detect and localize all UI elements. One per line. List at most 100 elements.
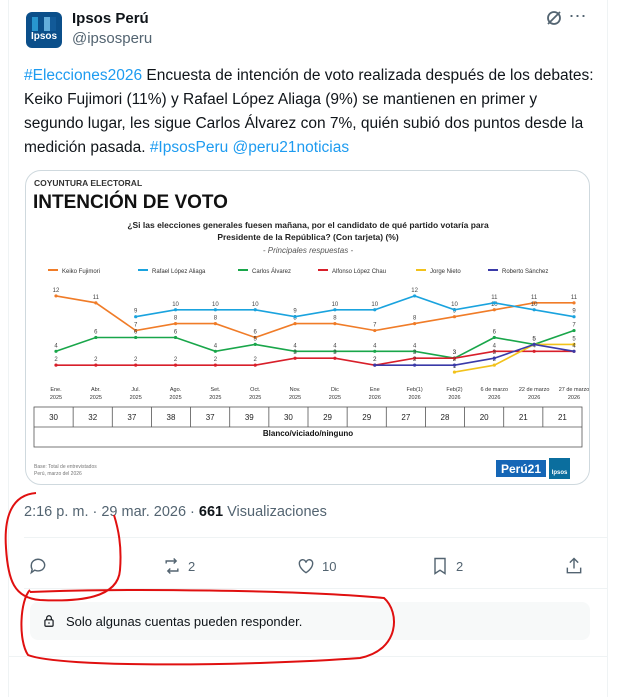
data-point — [213, 349, 217, 353]
data-label: 8 — [413, 316, 417, 322]
chart-legend: Keiko Fujimori Rafael López Aliaga Carlos … — [48, 268, 548, 275]
legend-label: Keiko Fujimori — [62, 269, 100, 275]
data-point — [413, 363, 417, 367]
base-note-2: Perú, marzo del 2026 — [34, 471, 82, 477]
data-point — [532, 342, 536, 346]
chart-kicker: COYUNTURA ELECTORAL — [34, 178, 142, 188]
tweet-image[interactable]: COYUNTURA ELECTORAL INTENCIÓN DE VOTO ¿S… — [25, 170, 590, 485]
action-bar: 2 10 2 — [24, 552, 590, 580]
data-label: 10 — [212, 302, 219, 308]
author-name[interactable]: Ipsos Perú — [72, 10, 149, 27]
data-label: 8 — [214, 316, 218, 322]
like-button[interactable]: 10 — [296, 552, 336, 580]
data-label: 7 — [572, 323, 576, 329]
data-point — [492, 363, 496, 367]
data-label: 6 — [94, 329, 98, 335]
table-cell: 37 — [206, 413, 215, 422]
x-tick-label: 6 de marzo — [481, 387, 509, 393]
bookmark-count: 2 — [456, 558, 464, 574]
table-cell: 21 — [519, 413, 528, 422]
blank-vote-table: 30 32 37 38 37 39 30 29 29 27 28 20 21 21 — [33, 406, 583, 448]
data-point — [94, 363, 98, 367]
views-count: 661 — [198, 504, 224, 520]
more-options-icon[interactable]: ⋯ — [566, 6, 590, 30]
avatar[interactable]: Ipsos — [26, 12, 62, 48]
tweet-timestamp[interactable]: 2:16 p. m. · 29 mar. 2026 · — [24, 504, 199, 520]
data-point — [134, 363, 138, 367]
data-label: 10 — [451, 302, 458, 308]
bookmark-button[interactable]: 2 — [430, 552, 463, 580]
legend-label: Rafael López Aliaga — [152, 269, 206, 275]
data-point — [173, 363, 178, 367]
x-tick-year: 2025 — [209, 395, 221, 401]
views-label: Visualizaciones — [223, 504, 327, 520]
x-tick-label: Feb(1) — [407, 387, 423, 393]
data-label: 4 — [54, 343, 58, 349]
data-point — [572, 301, 576, 305]
data-point — [54, 349, 58, 353]
share-button[interactable] — [564, 552, 584, 580]
chart-subtitle: - Principales respuestas - — [263, 246, 354, 255]
data-label: 2 — [373, 357, 377, 363]
x-tick-year: 2025 — [289, 395, 301, 401]
data-point — [213, 322, 217, 326]
x-tick-year: 2025 — [169, 395, 181, 401]
table-cell: 32 — [88, 413, 97, 422]
mention-peru21[interactable]: @peru21noticias — [233, 139, 350, 156]
divider — [24, 588, 607, 589]
avatar-label: Ipsos — [30, 31, 58, 42]
data-point — [492, 335, 496, 340]
data-label: 7 — [134, 323, 138, 329]
hashtag-elecciones[interactable]: #Elecciones2026 — [24, 67, 142, 84]
hashtag-ipsosperu[interactable]: #IpsosPeru — [150, 139, 228, 156]
data-point — [452, 363, 457, 367]
data-label: 11 — [491, 295, 498, 301]
data-label: 8 — [333, 316, 337, 322]
data-point — [413, 322, 417, 326]
x-tick-year: 2025 — [90, 395, 102, 401]
grok-icon[interactable] — [544, 8, 564, 28]
data-label: 5 — [572, 336, 576, 342]
data-label: 6 — [254, 329, 258, 335]
data-label: 4 — [493, 343, 497, 349]
avatar-pattern — [32, 17, 56, 31]
reply-button[interactable] — [28, 552, 48, 580]
data-point — [572, 315, 576, 319]
data-point — [492, 308, 496, 312]
share-icon — [566, 557, 582, 574]
data-label: 10 — [371, 302, 378, 308]
data-point — [94, 335, 98, 340]
x-tick-label: Dic — [331, 387, 339, 393]
data-label: 4 — [413, 343, 417, 349]
data-label: 11 — [531, 295, 538, 301]
data-point — [253, 342, 257, 346]
chart-plot: 121178 868 87891011 11910 10 10910 10121011109… — [53, 288, 578, 374]
legend-label: Jorge Nieto — [430, 269, 461, 275]
data-label: 2 — [254, 357, 258, 363]
author-handle[interactable]: @ipsosperu — [72, 30, 152, 47]
x-tick-label: Ago. — [170, 387, 182, 393]
data-point — [373, 328, 377, 333]
retweet-button[interactable]: 2 — [162, 552, 195, 580]
data-point — [373, 308, 377, 312]
table-cell: 28 — [441, 413, 450, 422]
data-point — [333, 308, 337, 312]
timeline-left-border — [8, 0, 9, 697]
data-point — [492, 356, 496, 360]
table-cell: 30 — [49, 413, 58, 422]
legend-label: Carlos Álvarez — [252, 268, 291, 275]
data-label: 2 — [94, 357, 98, 363]
x-tick-year: 2025 — [249, 395, 261, 401]
x-tick-label: Feb(2) — [446, 387, 462, 393]
table-cell: 37 — [127, 413, 136, 422]
lock-icon — [44, 615, 54, 627]
x-tick-year: 2026 — [369, 395, 381, 401]
series-line — [135, 295, 575, 318]
data-point — [213, 308, 217, 312]
like-count: 10 — [322, 558, 337, 574]
table-cell: 30 — [284, 413, 293, 422]
timeline-right-border — [607, 0, 608, 697]
divider — [24, 537, 607, 538]
data-label: 9 — [134, 309, 138, 315]
data-label: 2 — [174, 357, 178, 363]
